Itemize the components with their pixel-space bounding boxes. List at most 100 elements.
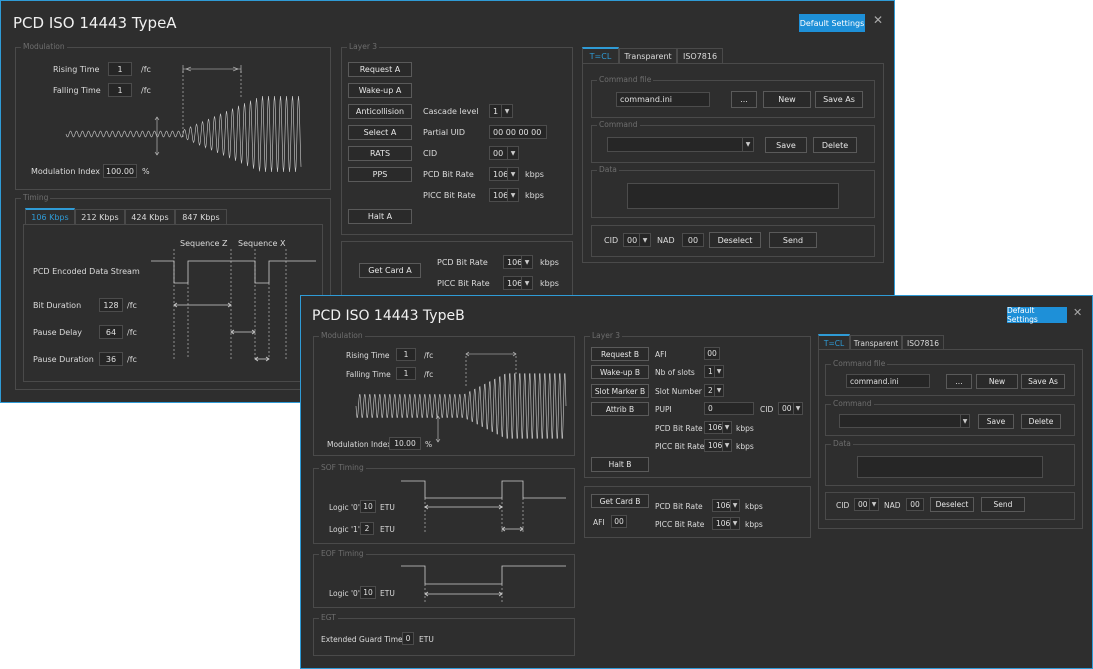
command-select[interactable]: ▼	[607, 137, 754, 152]
tab-847-kbps[interactable]: 847 Kbps	[175, 209, 227, 225]
data-label: Data	[597, 165, 619, 174]
command-select[interactable]: ▼	[839, 414, 970, 428]
deselect-button[interactable]: Deselect	[930, 497, 974, 512]
tab-106-kbps[interactable]: 106 Kbps	[25, 208, 75, 225]
default-settings-button[interactable]: Default Settings	[799, 14, 865, 32]
deselect-button[interactable]: Deselect	[709, 232, 761, 248]
nad-input[interactable]: 00	[906, 498, 924, 511]
request-b-button[interactable]: Request B	[591, 347, 649, 361]
new-button[interactable]: New	[976, 374, 1018, 389]
sequence-x-label: Sequence X	[238, 239, 286, 248]
nb-of-slots-select[interactable]: 1 ▼	[704, 365, 724, 378]
tab-tcl[interactable]: T=CL	[818, 334, 850, 350]
pupi-input[interactable]: 0	[704, 402, 754, 415]
browse-button[interactable]: ...	[731, 91, 757, 108]
timing-diagram-a	[151, 249, 316, 362]
chevron-down-icon: ▼	[793, 403, 802, 414]
getcard-picc-bit-rate-select[interactable]: 106 ▼	[503, 276, 533, 290]
cid-select[interactable]: 00 ▼	[778, 402, 803, 415]
save-as-button[interactable]: Save As	[815, 91, 863, 108]
extended-guard-time-input[interactable]: 0	[402, 632, 414, 645]
slot-marker-b-button[interactable]: Slot Marker B	[591, 384, 649, 398]
anticollision-button[interactable]: Anticollision	[348, 104, 412, 119]
getcard-pcd-bit-rate-select[interactable]: 106 ▼	[503, 255, 533, 269]
delete-button[interactable]: Delete	[813, 137, 857, 153]
cid-value: 00	[782, 404, 792, 413]
modulation-index-input[interactable]: 10.00	[389, 437, 421, 450]
eof-logic0-input[interactable]: 10	[360, 586, 376, 599]
nb-of-slots-value: 1	[708, 367, 713, 376]
afi-input[interactable]: 00	[704, 347, 720, 360]
close-icon[interactable]: ✕	[1073, 306, 1082, 319]
browse-button[interactable]: ...	[946, 374, 972, 389]
tab-212-kbps[interactable]: 212 Kbps	[75, 209, 125, 225]
getcard-afi-input[interactable]: 00	[611, 515, 627, 528]
picc-bit-rate-select[interactable]: 106 ▼	[704, 439, 732, 452]
halt-a-button[interactable]: Halt A	[348, 209, 412, 224]
halt-b-button[interactable]: Halt B	[591, 457, 649, 472]
picc-bit-rate-select[interactable]: 106 ▼	[489, 188, 519, 202]
modulation-label: Modulation	[21, 42, 67, 51]
chevron-down-icon: ▼	[722, 422, 731, 433]
pause-duration-input[interactable]: 36	[99, 352, 123, 366]
get-card-b-button[interactable]: Get Card B	[591, 494, 649, 508]
attrib-b-button[interactable]: Attrib B	[591, 402, 649, 416]
partial-uid-input[interactable]: 00 00 00 00	[489, 125, 547, 139]
save-as-button[interactable]: Save As	[1021, 374, 1065, 389]
close-icon[interactable]: ✕	[873, 13, 883, 27]
cascade-level-select[interactable]: 1 ▼	[489, 104, 513, 118]
modulation-index-input[interactable]: 100.00	[103, 164, 137, 178]
command-file-label: Command file	[831, 359, 888, 368]
command-file-input[interactable]: command.ini	[846, 374, 930, 388]
picc-bit-rate-unit: kbps	[736, 442, 754, 451]
tcl-cid-value: 00	[858, 500, 868, 509]
layer3-label: Layer 3	[590, 331, 623, 340]
slot-number-select[interactable]: 2 ▼	[704, 384, 724, 397]
command-file-input[interactable]: command.ini	[616, 92, 710, 107]
tcl-cid-select[interactable]: 00 ▼	[623, 233, 651, 247]
nad-label: NAD	[657, 236, 675, 245]
pause-delay-input[interactable]: 64	[99, 325, 123, 339]
getcard-pcd-bit-rate-select[interactable]: 106 ▼	[712, 499, 740, 512]
tab-tcl[interactable]: T=CL	[582, 47, 619, 64]
rats-button[interactable]: RATS	[348, 146, 412, 161]
tcl-cid-select[interactable]: 00 ▼	[854, 498, 879, 511]
sequence-z-label: Sequence Z	[180, 239, 228, 248]
bit-duration-input[interactable]: 128	[99, 298, 123, 312]
command-label: Command	[597, 120, 640, 129]
save-button[interactable]: Save	[765, 137, 807, 153]
tab-424-kbps[interactable]: 424 Kbps	[125, 209, 175, 225]
nb-of-slots-label: Nb of slots	[655, 368, 695, 377]
default-settings-button[interactable]: Default Settings	[1007, 306, 1067, 324]
get-card-a-button[interactable]: Get Card A	[359, 263, 421, 278]
modulation-waveform-a	[65, 65, 302, 173]
new-button[interactable]: New	[763, 91, 811, 108]
pcd-bit-rate-select[interactable]: 106 ▼	[704, 421, 732, 434]
send-button[interactable]: Send	[981, 497, 1025, 512]
window-title: PCD ISO 14443 TypeB	[312, 308, 465, 324]
delete-button[interactable]: Delete	[1021, 414, 1061, 429]
request-a-button[interactable]: Request A	[348, 62, 412, 77]
getcard-picc-bit-rate-select[interactable]: 106 ▼	[712, 517, 740, 530]
pcd-bit-rate-select[interactable]: 106 ▼	[489, 167, 519, 181]
data-input[interactable]	[627, 183, 839, 209]
data-input[interactable]	[857, 456, 1043, 478]
select-a-button[interactable]: Select A	[348, 125, 412, 140]
tab-iso7816[interactable]: ISO7816	[677, 48, 723, 64]
pcd-bit-rate-unit: kbps	[525, 170, 544, 179]
pps-button[interactable]: PPS	[348, 167, 412, 182]
bit-duration-unit: /fc	[127, 301, 137, 310]
tab-transparent[interactable]: Transparent	[850, 335, 902, 350]
nad-input[interactable]: 00	[682, 233, 704, 247]
sof-logic1-input[interactable]: 2	[360, 522, 374, 535]
sof-logic0-input[interactable]: 10	[360, 500, 376, 513]
wakeup-b-button[interactable]: Wake-up B	[591, 365, 649, 379]
cid-label: CID	[760, 405, 774, 414]
tab-iso7816[interactable]: ISO7816	[902, 335, 944, 350]
send-button[interactable]: Send	[769, 232, 817, 248]
pause-duration-label: Pause Duration	[33, 355, 94, 364]
tab-transparent[interactable]: Transparent	[619, 48, 677, 64]
wakeup-a-button[interactable]: Wake-up A	[348, 83, 412, 98]
save-button[interactable]: Save	[978, 414, 1014, 429]
cid-select[interactable]: 00 ▼	[489, 146, 519, 160]
